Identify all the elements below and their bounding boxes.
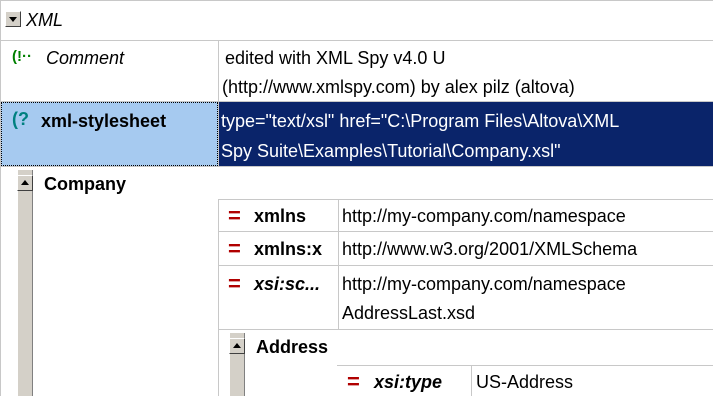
collapse-button[interactable] <box>5 11 21 27</box>
pi-value-line2[interactable]: Spy Suite\Examples\Tutorial\Company.xsl" <box>221 140 561 162</box>
attribute-icon: = <box>228 236 241 261</box>
attribute-icon: = <box>347 369 360 394</box>
separator <box>0 40 713 41</box>
separator <box>0 166 713 167</box>
attribute-icon: = <box>228 203 241 228</box>
chevron-up-icon <box>21 180 29 185</box>
separator <box>219 199 713 200</box>
separator <box>337 365 713 366</box>
address-label[interactable]: Address <box>256 336 328 358</box>
attribute-value[interactable]: http://www.w3.org/2001/XMLSchema <box>342 238 637 260</box>
attribute-value[interactable]: http://my-company.com/namespace <box>342 205 626 227</box>
attribute-name[interactable]: xmlns <box>254 205 306 227</box>
attribute-value-clip: http://www.w3.org/2001/XMLSchema <box>342 238 713 260</box>
chevron-up-icon <box>233 343 241 348</box>
separator <box>219 265 713 266</box>
separator <box>219 329 713 330</box>
separator <box>219 231 713 232</box>
company-label[interactable]: Company <box>44 173 126 195</box>
separator <box>338 199 339 329</box>
processing-instruction-icon: (? <box>12 109 29 129</box>
separator <box>471 365 472 396</box>
collapse-button[interactable] <box>229 338 245 354</box>
comment-value-line2[interactable]: (http://www.xmlspy.com) by alex pilz (al… <box>222 76 575 98</box>
attribute-name[interactable]: xsi:type <box>374 371 442 393</box>
pi-value-line1[interactable]: type="text/xsl" href="C:\Program Files\A… <box>221 110 619 132</box>
separator <box>218 199 219 396</box>
comment-icon: (!·· <box>12 48 32 65</box>
comment-label[interactable]: Comment <box>46 47 124 69</box>
pi-label[interactable]: xml-stylesheet <box>41 110 166 132</box>
attribute-name-clip: xmlns:x <box>254 238 337 260</box>
company-tree-bar <box>17 170 33 396</box>
attribute-name[interactable]: xsi:sc... <box>254 273 320 295</box>
attribute-icon: = <box>228 271 241 296</box>
root-node-label: XML <box>26 10 64 30</box>
attribute-value[interactable]: AddressLast.xsd <box>342 302 475 324</box>
chevron-down-icon <box>9 17 17 22</box>
comment-value-line1[interactable]: edited with XML Spy v4.0 U <box>225 47 445 69</box>
attribute-value[interactable]: US-Address <box>476 371 573 393</box>
attribute-value[interactable]: http://my-company.com/namespace <box>342 273 626 295</box>
collapse-button[interactable] <box>17 175 33 191</box>
attribute-name[interactable]: xmlns:x <box>254 238 322 260</box>
